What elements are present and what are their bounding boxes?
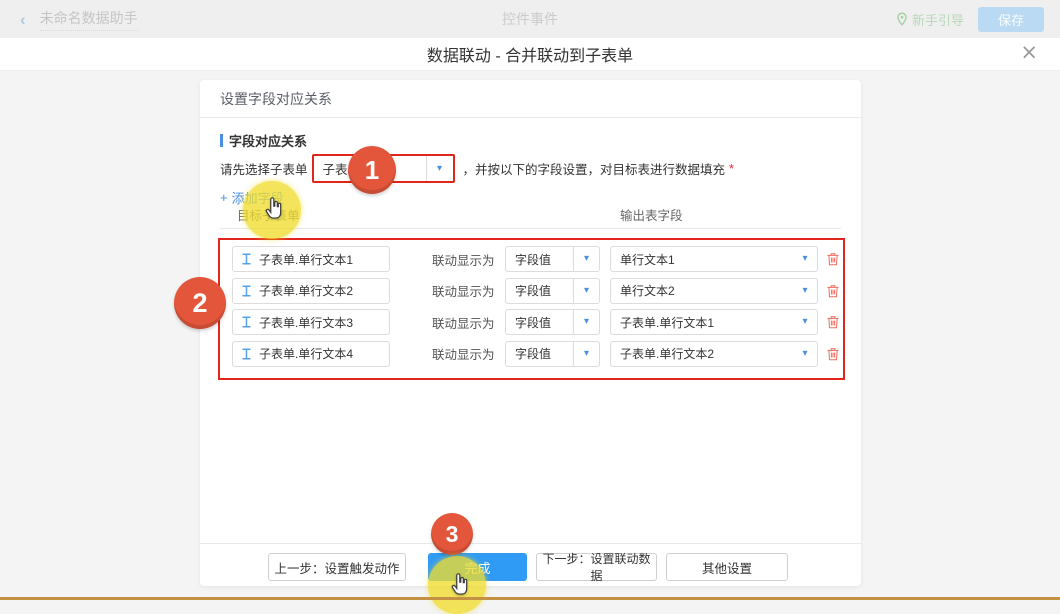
save-button[interactable]: 保存 bbox=[978, 7, 1044, 32]
delete-row-button[interactable] bbox=[826, 347, 840, 361]
chevron-down-icon: ▾ bbox=[584, 349, 589, 359]
modal-header: 数据联动 - 合并联动到子表单 × bbox=[0, 38, 1060, 71]
output-field-select[interactable]: 子表单.单行文本2 ▾ bbox=[610, 341, 818, 367]
chevron-down-icon: ▾ bbox=[584, 254, 589, 264]
relation-label: 联动显示为 bbox=[432, 250, 497, 269]
mode-select[interactable]: 字段值 ▾ bbox=[505, 278, 600, 304]
subform-select-row: 请先选择子表单 子表单 ▾ ，并按以下的字段设置，对目标表进行数据填充 * bbox=[220, 154, 734, 183]
section-title: 字段对应关系 bbox=[220, 131, 307, 150]
panel-title: 设置字段对应关系 bbox=[200, 80, 861, 118]
trash-icon bbox=[826, 284, 840, 298]
guide-label: 新手引导 bbox=[912, 10, 964, 29]
guide-link[interactable]: 新手引导 bbox=[896, 10, 964, 29]
other-settings-button[interactable]: 其他设置 bbox=[666, 553, 788, 581]
mode-select-caret-zone[interactable]: ▾ bbox=[573, 279, 599, 303]
delete-row-button[interactable] bbox=[826, 284, 840, 298]
target-field-value: 子表单.单行文本3 bbox=[259, 314, 353, 331]
top-bar: ‹ 未命名数据助手 控件事件 新手引导 保存 bbox=[0, 0, 1060, 38]
target-field-value: 子表单.单行文本4 bbox=[259, 345, 353, 362]
step-badge-1: 1 bbox=[348, 146, 396, 194]
text-field-icon bbox=[241, 253, 252, 265]
mapping-row: 子表单.单行文本3 联动显示为 字段值 ▾ 子表单.单行文本1 ▾ bbox=[220, 309, 843, 335]
mode-select-value: 字段值 bbox=[506, 345, 573, 362]
output-select-caret-zone[interactable]: ▾ bbox=[793, 310, 817, 334]
mode-select-caret-zone[interactable]: ▾ bbox=[573, 310, 599, 334]
hand-cursor-icon bbox=[261, 195, 287, 223]
footer-separator bbox=[200, 543, 861, 544]
relation-label: 联动显示为 bbox=[432, 281, 497, 300]
output-select-caret-zone[interactable]: ▾ bbox=[793, 342, 817, 366]
chevron-down-icon: ▾ bbox=[584, 286, 589, 296]
trash-icon bbox=[826, 347, 840, 361]
target-field-input[interactable]: 子表单.单行文本3 bbox=[232, 309, 390, 335]
output-select-caret-zone[interactable]: ▾ bbox=[793, 279, 817, 303]
output-field-value: 子表单.单行文本1 bbox=[611, 314, 793, 331]
mapping-rows-container: 子表单.单行文本1 联动显示为 字段值 ▾ 单行文本1 ▾ bbox=[218, 238, 845, 380]
modal-title: 数据联动 - 合并联动到子表单 bbox=[427, 42, 633, 66]
output-field-select[interactable]: 子表单.单行文本1 ▾ bbox=[610, 309, 818, 335]
output-field-value: 单行文本1 bbox=[611, 251, 793, 268]
column-header-output: 输出表字段 bbox=[620, 205, 683, 224]
target-field-input[interactable]: 子表单.单行文本4 bbox=[232, 341, 390, 367]
target-field-input[interactable]: 子表单.单行文本1 bbox=[232, 246, 390, 272]
delete-row-button[interactable] bbox=[826, 252, 840, 266]
field-mapping-panel: 设置字段对应关系 字段对应关系 请先选择子表单 子表单 ▾ ，并按以下的字段设置… bbox=[200, 80, 861, 586]
guide-pin-icon bbox=[896, 12, 908, 26]
mode-select[interactable]: 字段值 ▾ bbox=[505, 309, 600, 335]
target-field-value: 子表单.单行文本1 bbox=[259, 251, 353, 268]
target-field-value: 子表单.单行文本2 bbox=[259, 282, 353, 299]
plus-icon: + bbox=[220, 190, 228, 205]
relation-label: 联动显示为 bbox=[432, 313, 497, 332]
close-icon[interactable]: × bbox=[1020, 42, 1038, 63]
chevron-down-icon: ▾ bbox=[802, 349, 807, 359]
delete-row-button[interactable] bbox=[826, 315, 840, 329]
output-field-value: 单行文本2 bbox=[611, 282, 793, 299]
step-badge-3: 3 bbox=[431, 513, 473, 555]
subform-select-caret-zone[interactable]: ▾ bbox=[426, 156, 453, 181]
output-field-select[interactable]: 单行文本2 ▾ bbox=[610, 278, 818, 304]
prev-step-button[interactable]: 上一步：设置触发动作 bbox=[268, 553, 406, 581]
chevron-down-icon: ▾ bbox=[584, 317, 589, 327]
output-field-select[interactable]: 单行文本1 ▾ bbox=[610, 246, 818, 272]
mapping-row: 子表单.单行文本2 联动显示为 字段值 ▾ 单行文本2 ▾ bbox=[220, 278, 843, 304]
chevron-down-icon: ▾ bbox=[802, 286, 807, 296]
mapping-row: 子表单.单行文本4 联动显示为 字段值 ▾ 子表单.单行文本2 ▾ bbox=[220, 341, 843, 367]
next-step-button[interactable]: 下一步：设置联动数据 bbox=[536, 553, 657, 581]
chevron-down-icon: ▾ bbox=[437, 164, 442, 174]
trash-icon bbox=[826, 252, 840, 266]
mode-select-value: 字段值 bbox=[506, 251, 573, 268]
mode-select-value: 字段值 bbox=[506, 314, 573, 331]
output-field-value: 子表单.单行文本2 bbox=[611, 345, 793, 362]
header-separator bbox=[220, 228, 841, 229]
chevron-down-icon: ▾ bbox=[802, 317, 807, 327]
step-badge-2: 2 bbox=[174, 277, 226, 329]
section-bar-icon bbox=[220, 134, 223, 147]
mode-select[interactable]: 字段值 ▾ bbox=[505, 341, 600, 367]
required-mark: * bbox=[729, 162, 734, 176]
hand-cursor-icon bbox=[447, 571, 473, 599]
mapping-row: 子表单.单行文本1 联动显示为 字段值 ▾ 单行文本1 ▾ bbox=[220, 246, 843, 272]
target-field-input[interactable]: 子表单.单行文本2 bbox=[232, 278, 390, 304]
mode-select-caret-zone[interactable]: ▾ bbox=[573, 247, 599, 271]
text-field-icon bbox=[241, 316, 252, 328]
select-prompt-label: 请先选择子表单 bbox=[220, 159, 308, 178]
mode-select[interactable]: 字段值 ▾ bbox=[505, 246, 600, 272]
text-field-icon bbox=[241, 285, 252, 297]
select-suffix-label: ，并按以下的字段设置，对目标表进行数据填充 bbox=[463, 159, 726, 178]
trash-icon bbox=[826, 315, 840, 329]
mode-select-caret-zone[interactable]: ▾ bbox=[573, 342, 599, 366]
output-select-caret-zone[interactable]: ▾ bbox=[793, 247, 817, 271]
text-field-icon bbox=[241, 348, 252, 360]
mode-select-value: 字段值 bbox=[506, 282, 573, 299]
relation-label: 联动显示为 bbox=[432, 344, 497, 363]
chevron-down-icon: ▾ bbox=[802, 254, 807, 264]
